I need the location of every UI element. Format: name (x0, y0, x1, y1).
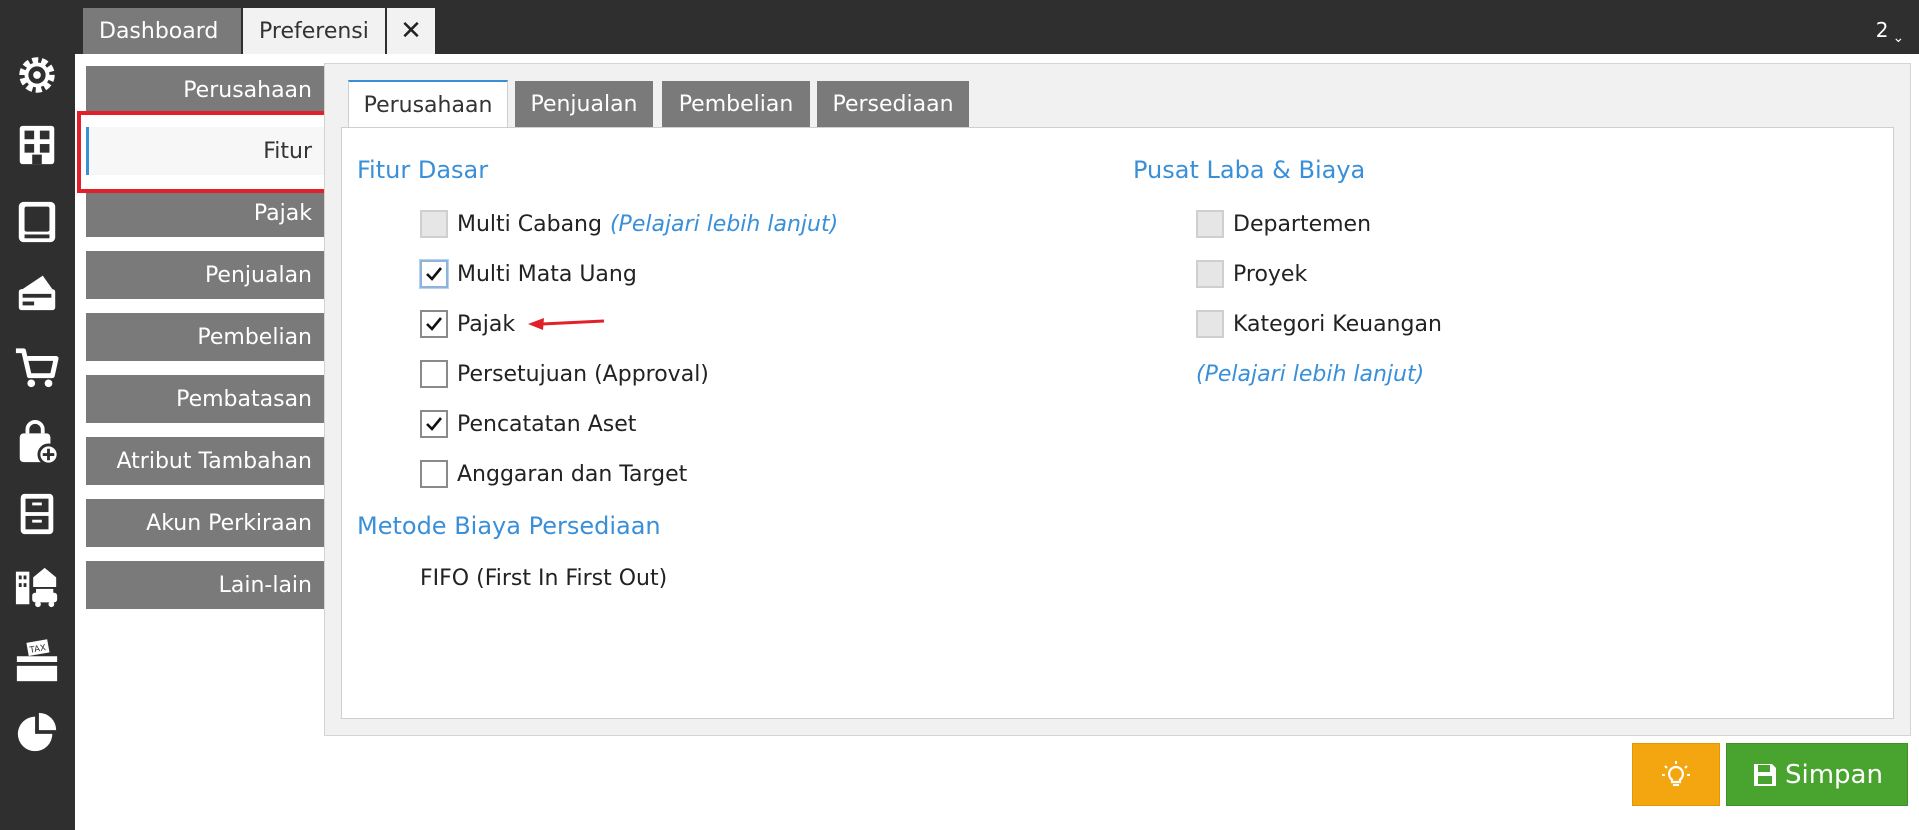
tax-icon[interactable]: TAX (12, 637, 62, 687)
red-arrow-annotation (528, 318, 605, 330)
option-label: Multi Cabang (457, 211, 602, 237)
window-tab-dashboard[interactable]: Dashboard (83, 8, 241, 54)
window-tab-preferensi[interactable]: Preferensi (243, 8, 385, 54)
option-label: Persetujuan (Approval) (457, 361, 709, 387)
option-label: Proyek (1233, 261, 1308, 287)
option-pencatatan-aset: Pencatatan Aset (420, 408, 636, 440)
side-nav-penjualan[interactable]: Penjualan (86, 251, 326, 299)
option-proyek: Proyek (1196, 258, 1307, 290)
payment-icon[interactable] (12, 266, 62, 316)
side-nav-atribut-tambahan[interactable]: Atribut Tambahan (86, 437, 326, 485)
window-count: 2 (1875, 18, 1889, 42)
option-pajak: Pajak (420, 308, 515, 340)
checkbox-persetujuan[interactable] (420, 360, 448, 388)
chevron-down-icon: ⌄ (1892, 30, 1905, 46)
metode-biaya-text: FIFO (First In First Out) (420, 565, 668, 591)
metode-biaya-value: FIFO (First In First Out) (420, 562, 667, 594)
side-nav-pembelian[interactable]: Pembelian (86, 313, 326, 361)
section-title-pusat-laba: Pusat Laba & Biaya (1133, 156, 1366, 184)
inner-tab-perusahaan[interactable]: Perusahaan (348, 80, 508, 128)
assets-icon[interactable] (12, 562, 62, 612)
inner-tab-penjualan[interactable]: Penjualan (515, 81, 653, 127)
side-nav-perusahaan[interactable]: Perusahaan (86, 66, 326, 114)
option-multi-cabang: Multi Cabang (Pelajari lebih lanjut) (420, 208, 838, 240)
bag-add-icon[interactable] (12, 418, 62, 468)
lightbulb-icon (1662, 760, 1690, 786)
learn-more-link[interactable]: (Pelajari lebih lanjut) (610, 212, 838, 237)
window-counter[interactable]: 2 ⌄ (1861, 8, 1919, 54)
save-button-label: Simpan (1785, 759, 1883, 790)
side-nav-fitur[interactable]: Fitur (86, 127, 326, 175)
section-title-fitur-dasar: Fitur Dasar (357, 156, 489, 184)
svg-text:TAX: TAX (28, 643, 47, 656)
checkmark-icon (426, 417, 443, 431)
option-label: Multi Mata Uang (457, 261, 637, 287)
side-nav-pajak[interactable]: Pajak (86, 189, 326, 237)
inner-tab-pembelian[interactable]: Pembelian (662, 81, 810, 127)
window-tab-label: Dashboard (99, 18, 219, 44)
option-departemen: Departemen (1196, 208, 1371, 240)
checkbox-pencatatan-aset[interactable] (420, 410, 448, 438)
checkbox-anggaran[interactable] (420, 460, 448, 488)
option-anggaran: Anggaran dan Target (420, 458, 687, 490)
checkbox-pajak[interactable] (420, 310, 448, 338)
checkbox-multi-mata-uang[interactable] (420, 260, 448, 288)
floppy-disk-icon (1754, 763, 1776, 786)
cabinet-icon[interactable] (12, 489, 62, 539)
window-tab-label: Preferensi (259, 18, 369, 44)
learn-more-link[interactable]: (Pelajari lebih lanjut) (1196, 362, 1424, 387)
checkbox-departemen[interactable] (1196, 210, 1224, 238)
tips-button[interactable] (1632, 743, 1720, 806)
pie-chart-icon[interactable] (12, 707, 62, 757)
checkbox-kategori-keuangan[interactable] (1196, 310, 1224, 338)
option-label: Anggaran dan Target (457, 461, 688, 487)
gear-icon[interactable] (12, 50, 62, 100)
side-nav-akun-perkiraan[interactable]: Akun Perkiraan (86, 499, 326, 547)
close-icon[interactable]: ✕ (387, 8, 435, 54)
option-label: Kategori Keuangan (1233, 311, 1442, 337)
option-label: Pencatatan Aset (457, 411, 637, 437)
option-label: Departemen (1233, 211, 1372, 237)
checkmark-icon (426, 267, 443, 281)
pusat-laba-learn-more: (Pelajari lebih lanjut) (1196, 358, 1424, 390)
side-nav-lain-lain[interactable]: Lain-lain (86, 561, 326, 609)
building-icon[interactable] (12, 120, 62, 170)
option-persetujuan: Persetujuan (Approval) (420, 358, 709, 390)
option-label: Pajak (457, 311, 516, 337)
save-button[interactable]: Simpan (1726, 743, 1908, 806)
cart-icon[interactable] (12, 343, 62, 393)
checkbox-multi-cabang[interactable] (420, 210, 448, 238)
checkmark-icon (426, 317, 443, 331)
book-icon[interactable] (12, 197, 62, 247)
checkbox-proyek[interactable] (1196, 260, 1224, 288)
left-icon-rail: TAX (0, 0, 75, 830)
option-kategori-keuangan: Kategori Keuangan (1196, 308, 1442, 340)
section-title-metode-biaya: Metode Biaya Persediaan (357, 512, 661, 540)
side-nav-pembatasan[interactable]: Pembatasan (86, 375, 326, 423)
inner-tab-persediaan[interactable]: Persediaan (817, 81, 969, 127)
option-multi-mata-uang: Multi Mata Uang (420, 258, 637, 290)
